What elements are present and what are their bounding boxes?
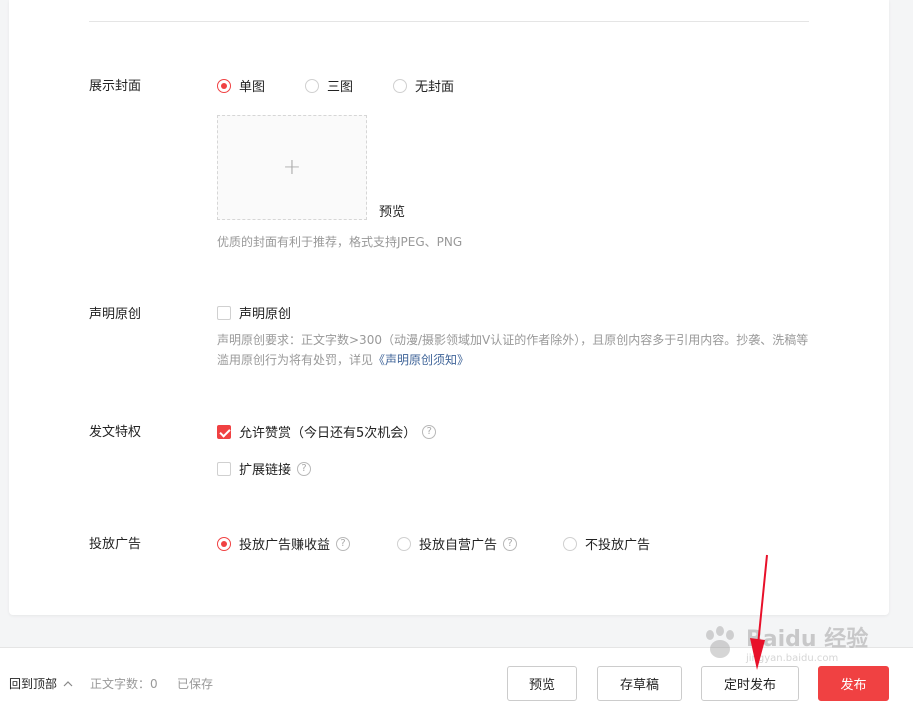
ads-radio-none[interactable]: 不投放广告: [563, 534, 650, 553]
original-section-label: 声明原创: [89, 307, 142, 322]
checkbox-box: [217, 424, 231, 439]
ads-radio-label: 投放广告赚收益: [239, 538, 331, 553]
help-icon[interactable]: ?: [422, 424, 437, 439]
extended-link-label: 扩展链接: [239, 463, 292, 478]
radio-dot: [305, 78, 319, 93]
ads-radio-label: 投放自营广告: [419, 538, 498, 553]
cover-radio-label: 单图: [239, 80, 266, 95]
ads-section-label: 投放广告: [89, 537, 142, 552]
back-to-top-label: 回到顶部: [9, 677, 58, 691]
cover-radio-none[interactable]: 无封面: [393, 76, 454, 95]
allow-reward-checkbox[interactable]: 允许赞赏（今日还有5次机会） ?: [217, 422, 437, 441]
publish-button[interactable]: 发布: [818, 666, 889, 701]
cover-radio-label: 三图: [327, 80, 354, 95]
cover-hint: 优质的封面有利于推荐，格式支持JPEG、PNG: [217, 235, 463, 249]
help-icon[interactable]: ?: [297, 461, 312, 476]
cover-section-label: 展示封面: [89, 79, 142, 94]
extended-link-checkbox[interactable]: 扩展链接 ?: [217, 459, 312, 478]
back-to-top-link[interactable]: 回到顶部: [9, 675, 73, 692]
radio-dot: [393, 78, 407, 93]
preview-button[interactable]: 预览: [507, 666, 577, 701]
word-count: 正文字数：0: [90, 677, 158, 691]
cover-radio-three[interactable]: 三图: [305, 76, 353, 95]
help-icon[interactable]: ?: [503, 536, 518, 551]
ads-radio-self[interactable]: 投放自营广告 ?: [397, 534, 518, 553]
privilege-section-label: 发文特权: [89, 425, 142, 440]
plus-icon: +: [282, 155, 302, 180]
radio-dot: [397, 536, 411, 551]
original-rules-link[interactable]: 《声明原创须知》: [373, 353, 469, 367]
cover-preview-link[interactable]: 预览: [379, 201, 405, 220]
schedule-publish-button[interactable]: 定时发布: [701, 666, 799, 701]
original-hint-prefix: 滥用原创行为将有处罚，详见: [217, 353, 374, 367]
help-icon[interactable]: ?: [336, 536, 351, 551]
save-draft-button[interactable]: 存草稿: [597, 666, 682, 701]
radio-dot: [217, 78, 231, 93]
original-checkbox-label: 声明原创: [239, 307, 292, 322]
ads-radio-label: 不投放广告: [585, 538, 651, 553]
original-hint-line2: 滥用原创行为将有处罚，详见《声明原创须知》: [217, 351, 469, 368]
radio-dot: [217, 536, 231, 551]
bottom-action-bar: 回到顶部 正文字数：0 已保存 预览 存草稿 定时发布 发布: [0, 647, 913, 707]
cover-radio-single[interactable]: 单图: [217, 76, 265, 95]
cover-radio-label: 无封面: [415, 80, 455, 95]
original-hint-line1: 声明原创要求：正文字数>300（动漫/摄影领域加V认证的作者除外），且原创内容多…: [217, 333, 809, 347]
saved-status: 已保存: [177, 677, 214, 691]
cover-upload-box[interactable]: +: [217, 115, 367, 220]
ads-radio-earn[interactable]: 投放广告赚收益 ?: [217, 534, 351, 553]
checkbox-box: [217, 305, 231, 320]
top-divider: [89, 21, 809, 22]
checkbox-box: [217, 461, 231, 476]
radio-dot: [563, 536, 577, 551]
original-checkbox[interactable]: 声明原创: [217, 303, 291, 322]
allow-reward-label: 允许赞赏（今日还有5次机会）: [239, 426, 417, 441]
chevron-up-icon: [63, 681, 73, 687]
